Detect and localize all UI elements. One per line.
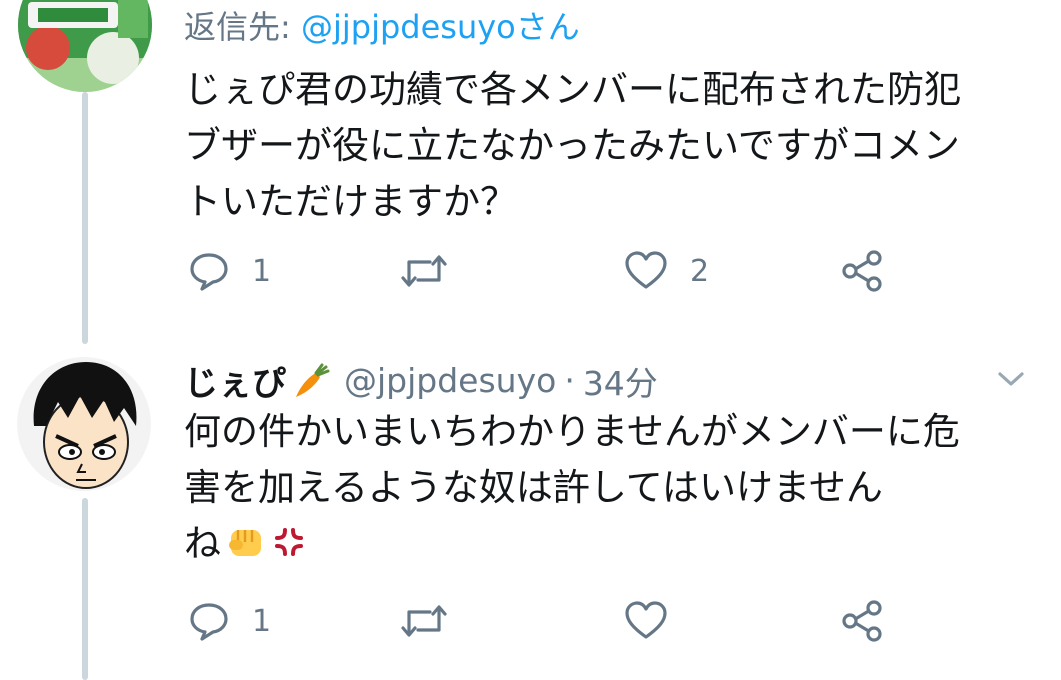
chevron-down-icon [998,372,1024,386]
display-name[interactable]: じぇぴ [184,356,286,405]
tweet-menu-caret[interactable] [996,368,1026,394]
avatar[interactable] [18,0,152,92]
reply-count: 1 [252,253,272,289]
tweet-actions: 1 2 [188,246,908,296]
share-button[interactable] [840,596,884,646]
tweet-actions: 1 [188,596,908,646]
tweet-text-line: ブザーが役に立たなかったみたいですがコメン [184,124,960,167]
tweet-text: じぇぴ君の功績で各メンバーに配布された防犯 ブザーが役に立たなかったみたいですが… [184,62,961,230]
retweet-icon [401,255,447,287]
fist-emoji-icon [229,530,261,556]
reply-to-label: 返信先: [184,8,301,46]
reply-count: 1 [252,603,272,639]
comment-bubble-icon [190,603,228,641]
user-handle[interactable]: @jpjpdesuyo [344,361,556,400]
tweet-text-line-with-emoji: ね [184,516,960,572]
share-icon [842,250,882,292]
meta-separator: · [564,361,575,400]
reply-button[interactable]: 1 [188,596,271,646]
reply-to-handle-link[interactable]: @jjpjpdesuyoさん [301,8,580,46]
anger-symbol-emoji-icon [275,528,303,556]
like-button[interactable] [624,596,690,646]
tweet-text-line: 何の件かいまいちわかりませんがメンバーに危 [184,410,960,453]
carrot-emoji-icon [296,363,330,397]
tweet-timestamp[interactable]: 34分 [583,357,658,405]
tweet-text: 何の件かいまいちわかりませんがメンバーに危 害を加えるような奴は許してはいけませ… [184,404,960,572]
retweet-icon [401,605,447,637]
retweet-button[interactable] [400,596,470,646]
thread-connector-line [82,498,88,680]
tweet-text-line: じぇぴ君の功績で各メンバーに配布された防犯 [184,68,961,111]
tweet-text-line: ね [184,522,221,565]
ufo-product-avatar-image [18,0,152,92]
tweet-text-line: トいただけますか？ [184,180,517,223]
reply-button[interactable]: 1 [188,246,271,296]
tweet-text-line: 害を加えるような奴は許してはいけません [184,466,883,509]
heart-icon [625,601,667,639]
cartoon-face-avatar-image [17,357,151,491]
like-count: 2 [690,253,710,289]
avatar[interactable] [16,356,152,492]
thread-connector-line [82,92,88,344]
heart-icon [625,251,667,289]
like-button[interactable]: 2 [624,246,709,296]
retweet-button[interactable] [400,246,470,296]
share-icon [842,600,882,642]
tweet-header: じぇぴ @jpjpdesuyo · 34分 [184,356,658,405]
reply-to-line: 返信先: @jjpjpdesuyoさん [184,2,580,48]
share-button[interactable] [840,246,884,296]
comment-bubble-icon [190,253,228,291]
